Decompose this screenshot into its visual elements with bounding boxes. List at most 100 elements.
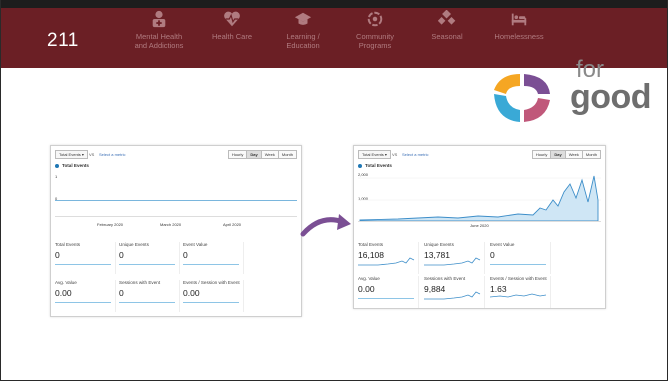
- logo-mark-icon: [494, 74, 550, 122]
- sparkline: [183, 302, 239, 303]
- sparkline: [55, 302, 111, 303]
- nav-label: Community Programs: [356, 32, 394, 50]
- x-axis: [358, 221, 601, 222]
- month-button[interactable]: Month: [277, 150, 297, 159]
- metric-label: Event Value: [183, 242, 208, 247]
- select-metric-link[interactable]: Select a metric: [99, 152, 125, 157]
- curved-arrow-icon: [300, 214, 351, 237]
- metric-events-per-session: Events / Session with Event 0.00: [183, 280, 244, 312]
- metric-label: Unique Events: [424, 242, 454, 247]
- for-good-logo: for good: [490, 56, 665, 124]
- bed-icon: [511, 13, 527, 26]
- legend-label: Total Events: [365, 163, 392, 168]
- nav-item-seasonal[interactable]: Seasonal: [424, 8, 470, 41]
- sparkline: [490, 293, 547, 298]
- metric-label: Avg. Value: [358, 276, 380, 281]
- slide-number: 211: [47, 30, 79, 51]
- metric-value: 0.00: [55, 288, 72, 298]
- metric-value: 0: [183, 250, 188, 260]
- medical-person-icon: [152, 10, 166, 28]
- sparkline: [424, 257, 481, 266]
- legend-dot-icon: [55, 163, 59, 168]
- week-button[interactable]: Week: [260, 150, 279, 159]
- legend-label: Total Events: [62, 163, 89, 168]
- sparkline: [358, 298, 414, 299]
- nav-item-learning[interactable]: Learning / Education: [279, 8, 327, 50]
- metric-avg-value: Avg. Value 0.00: [358, 276, 419, 308]
- hourly-button[interactable]: Hourly: [227, 150, 248, 159]
- nav-label: Learning / Education: [286, 32, 320, 50]
- metric-label: Sessions with Event: [119, 280, 161, 285]
- area-series: [358, 175, 601, 222]
- chart-toolbar: Total Events ▾ VS Select a metric Hourly…: [358, 150, 601, 160]
- seasonal-icon: [438, 10, 456, 25]
- vs-label: VS: [89, 152, 95, 157]
- metric-events-per-session: Events / Session with Event 1.63: [490, 276, 551, 308]
- metric-label: Events / Session with Event: [490, 276, 547, 281]
- day-button[interactable]: Day: [246, 150, 262, 159]
- sparkline: [358, 257, 415, 266]
- metrics-grid: Total Events 0 Unique Events 0 Event Val…: [55, 242, 297, 314]
- chart-legend: Total Events: [358, 163, 392, 168]
- metric-value: 0: [490, 250, 495, 260]
- hourly-button[interactable]: Hourly: [531, 150, 552, 159]
- graduation-cap-icon: [294, 12, 312, 25]
- metric-label: Total Events: [358, 242, 384, 247]
- nav-item-community[interactable]: Community Programs: [346, 8, 404, 50]
- y-tick-top: 1: [55, 174, 58, 179]
- sparkline: [119, 302, 175, 303]
- metric-sessions-with-event: Sessions with Event 0: [119, 280, 180, 312]
- metric-avg-value: Avg. Value 0.00: [55, 280, 116, 312]
- metric-value: 0: [119, 288, 124, 298]
- week-button[interactable]: Week: [564, 150, 583, 159]
- metric-label: Event Value: [490, 242, 515, 247]
- sparkline: [119, 264, 175, 265]
- sparkline: [424, 291, 481, 300]
- metric-value: 0: [55, 250, 60, 260]
- metric-dropdown[interactable]: Total Events ▾: [55, 150, 88, 159]
- metric-total-events: Total Events 16,108: [358, 242, 419, 274]
- nav-item-health-care[interactable]: Health Care: [208, 8, 256, 41]
- metric-event-value: Event Value 0: [490, 242, 551, 274]
- heartbeat-icon: [224, 11, 240, 27]
- legend-dot-icon: [358, 163, 362, 168]
- chart-legend: Total Events: [55, 163, 89, 168]
- metric-dropdown[interactable]: Total Events ▾: [358, 150, 391, 159]
- metric-unique-events: Unique Events 0: [119, 242, 180, 274]
- month-button[interactable]: Month: [581, 150, 601, 159]
- x-tick: February 2020: [97, 222, 124, 227]
- metric-label: Sessions with Event: [424, 276, 466, 281]
- select-metric-link[interactable]: Select a metric: [402, 152, 428, 157]
- metric-label: Events / Session with Event: [183, 280, 240, 285]
- metric-label: Avg. Value: [55, 280, 77, 285]
- metric-value: 0.00: [358, 284, 375, 294]
- nav-label: Homelessness: [494, 32, 544, 41]
- slide: 211 Mental Health and Addictions Health …: [0, 0, 668, 381]
- sparkline: [490, 264, 546, 265]
- metric-value: 0.00: [183, 288, 200, 298]
- community-icon: [367, 11, 383, 27]
- metric-value: 0: [119, 250, 124, 260]
- top-banner: 211 Mental Health and Addictions Health …: [1, 0, 667, 68]
- day-button[interactable]: Day: [550, 150, 566, 159]
- metric-sessions-with-event: Sessions with Event 9,884: [424, 276, 485, 308]
- nav-label: Health Care: [211, 32, 253, 41]
- vs-label: VS: [392, 152, 398, 157]
- granularity-buttons: Hourly Day Week Month: [227, 150, 297, 159]
- metric-total-events: Total Events 0: [55, 242, 116, 274]
- granularity-buttons: Hourly Day Week Month: [531, 150, 601, 159]
- logo-word: good: [570, 78, 652, 116]
- metric-unique-events: Unique Events 13,781: [424, 242, 485, 274]
- series-line: [55, 200, 297, 201]
- nav-item-homelessness[interactable]: Homelessness: [489, 8, 549, 41]
- x-tick: June 2020: [470, 223, 489, 228]
- metric-event-value: Event Value 0: [183, 242, 244, 274]
- x-tick: March 2020: [160, 222, 182, 227]
- x-axis: [55, 216, 297, 217]
- chart-toolbar: Total Events ▾ VS Select a metric Hourly…: [55, 150, 297, 160]
- line-chart: 2,000 1,000 June 2020: [358, 170, 601, 230]
- nav-item-mental-health[interactable]: Mental Health and Addictions: [129, 8, 189, 50]
- metric-label: Total Events: [55, 242, 81, 247]
- analytics-panel-after: Total Events ▾ VS Select a metric Hourly…: [353, 145, 606, 309]
- nav-label: Seasonal: [431, 32, 463, 41]
